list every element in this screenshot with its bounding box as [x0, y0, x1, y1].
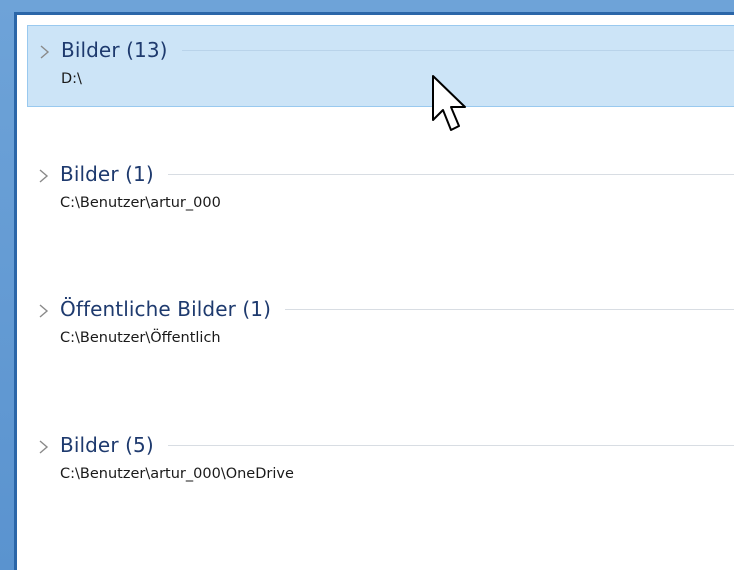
- location-group-bilder-artur[interactable]: Bilder (1) C:\Benutzer\artur_000: [27, 150, 734, 232]
- chevron-right-icon[interactable]: [37, 303, 51, 319]
- header-divider: [285, 308, 734, 310]
- header-divider: [167, 444, 734, 446]
- group-path: D:\: [61, 71, 82, 87]
- library-locations-window: Bilder (13) D:\ Bilder (1) C:\Benutzer\a…: [14, 12, 734, 570]
- location-group-bilder-onedrive[interactable]: Bilder (5) C:\Benutzer\artur_000\OneDriv…: [27, 421, 734, 503]
- group-title: Bilder (5): [60, 433, 154, 457]
- chevron-right-icon[interactable]: [37, 168, 51, 184]
- group-path: C:\Benutzer\artur_000: [60, 195, 221, 211]
- chevron-right-icon[interactable]: [38, 44, 52, 60]
- group-path: C:\Benutzer\artur_000\OneDrive: [60, 466, 294, 482]
- group-title: Bilder (1): [60, 162, 154, 186]
- location-group-oeffentliche-bilder[interactable]: Öffentliche Bilder (1) C:\Benutzer\Öffen…: [27, 285, 734, 367]
- group-header: Bilder (5): [60, 430, 734, 460]
- group-header: Bilder (1): [60, 159, 734, 189]
- group-header: Öffentliche Bilder (1): [60, 294, 734, 324]
- group-title: Bilder (13): [61, 38, 168, 62]
- header-divider: [181, 49, 734, 51]
- mouse-pointer-icon: [429, 73, 469, 139]
- chevron-right-icon[interactable]: [37, 439, 51, 455]
- group-path: C:\Benutzer\Öffentlich: [60, 330, 221, 346]
- header-divider: [167, 173, 734, 175]
- location-group-bilder-d[interactable]: Bilder (13) D:\: [27, 25, 734, 107]
- group-title: Öffentliche Bilder (1): [60, 297, 272, 321]
- group-header: Bilder (13): [61, 35, 734, 65]
